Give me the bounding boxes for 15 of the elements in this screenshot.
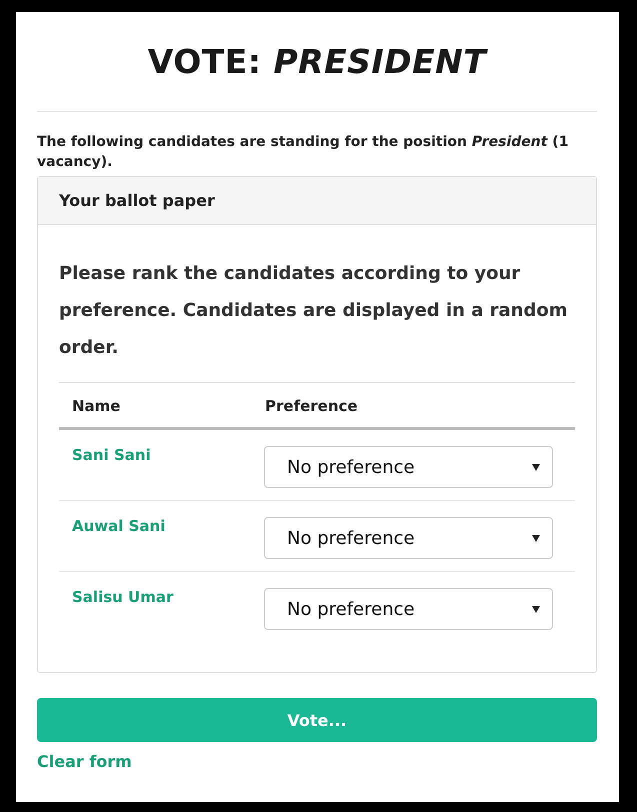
caret-icon [532, 464, 540, 470]
candidate-name: Sani Sani [71, 445, 152, 466]
panel-heading: Your ballot paper [38, 177, 596, 225]
preference-select[interactable]: No preference [264, 588, 553, 630]
candidate-name: Salisu Umar [71, 587, 174, 608]
candidate-name: Auwal Sani [71, 516, 166, 537]
instructions-text: Please rank the candidates according to your preference. Candidates are displayed in a random order. [59, 262, 568, 360]
column-header: Name [71, 397, 122, 415]
preference-select[interactable]: No preference [264, 446, 553, 488]
caret-icon [532, 606, 540, 612]
intro-text: The following candidates are standing for the position President (1 vacancy). [37, 133, 570, 172]
page-title: VOTE: PRESIDENT [146, 42, 489, 81]
caret-icon [532, 534, 540, 542]
column-header: Preference [264, 397, 359, 415]
preference-select[interactable]: No preference [264, 517, 553, 559]
